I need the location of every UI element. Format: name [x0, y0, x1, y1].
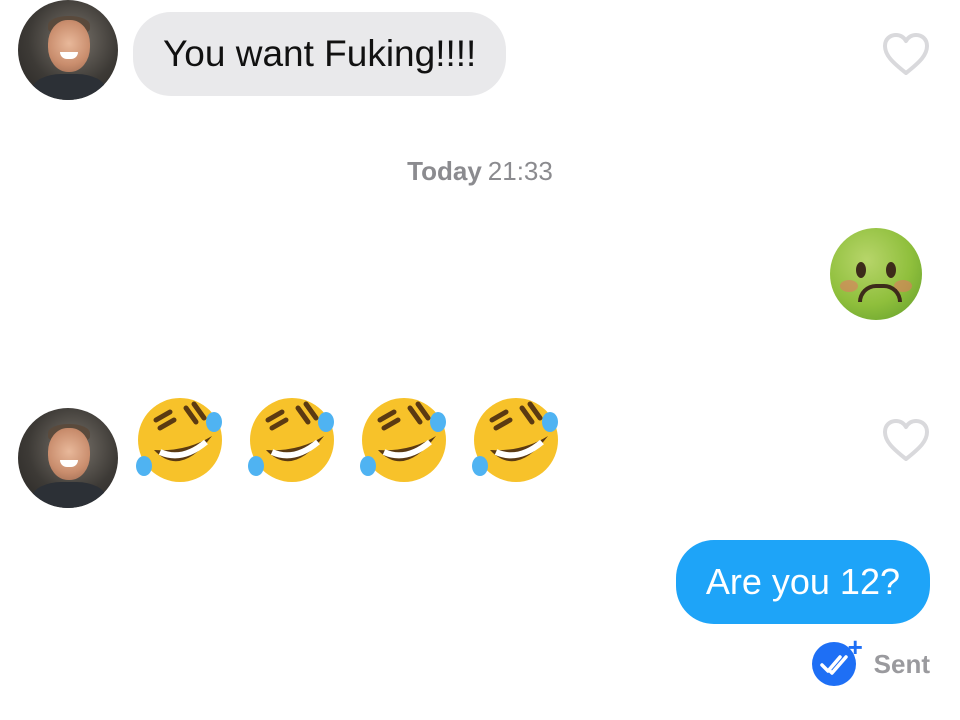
avatar-face [48, 20, 90, 72]
plus-icon: + [847, 632, 863, 662]
timestamp-day: Today [407, 156, 482, 186]
like-heart-icon[interactable] [882, 32, 930, 76]
timestamp-time: 21:33 [487, 156, 553, 186]
avatar-shirt [32, 482, 106, 508]
rolling-on-floor-laughing-icon [136, 398, 222, 482]
avatar-face [48, 428, 90, 480]
conversation-timestamp: Today 21:33 [0, 156, 960, 187]
emoji-cheek [840, 280, 858, 292]
sender-avatar[interactable] [18, 408, 118, 508]
rolling-on-floor-laughing-icon [472, 398, 558, 482]
message-status: + Sent [811, 632, 930, 686]
nauseated-face-icon[interactable] [830, 228, 922, 320]
outgoing-message-bubble[interactable]: Are you 12? [675, 540, 930, 624]
avatar-shirt [32, 74, 106, 100]
sender-avatar[interactable] [18, 0, 118, 100]
emoji-eye [856, 262, 866, 278]
like-heart-icon[interactable] [882, 418, 930, 462]
rolling-on-floor-laughing-icon [248, 398, 334, 482]
double-check-icon: + [811, 632, 863, 686]
incoming-message-bubble[interactable]: You want Fuking!!!! [133, 12, 507, 96]
incoming-emoji-message[interactable] [134, 392, 562, 484]
sent-label: Sent [873, 648, 930, 679]
emoji-eye [886, 262, 896, 278]
rolling-on-floor-laughing-icon [360, 398, 446, 482]
